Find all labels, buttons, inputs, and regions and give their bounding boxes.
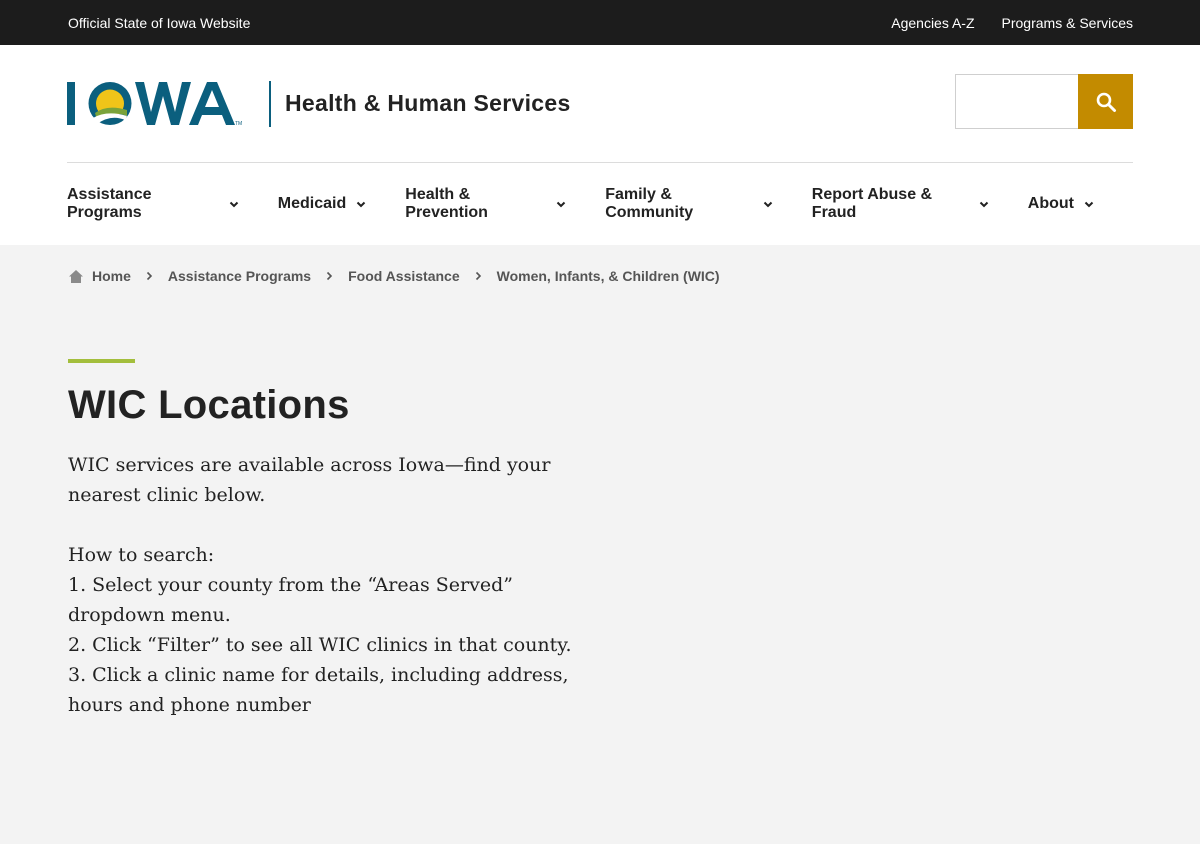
search-instructions: How to search: 1. Select your county fro… [68, 540, 598, 720]
nav-assistance-programs[interactable]: Assistance Programs [67, 186, 239, 222]
main-nav: Assistance Programs Medicaid Health & Pr… [67, 163, 1133, 245]
chevron-down-icon [979, 201, 989, 208]
breadcrumb-wic[interactable]: Women, Infants, & Children (WIC) [497, 268, 720, 284]
title-accent-bar [68, 359, 135, 363]
svg-text:TM: TM [235, 121, 242, 127]
search-button[interactable] [1078, 74, 1133, 129]
agencies-az-link[interactable]: Agencies A-Z [891, 15, 974, 31]
main-content: WIC Locations WIC services are available… [0, 307, 1200, 720]
nav-family-community[interactable]: Family & Community [605, 186, 773, 222]
chevron-down-icon [1084, 201, 1094, 208]
instruction-step: 1. Select your county from the “Areas Se… [68, 574, 513, 626]
chevron-right-icon [146, 271, 153, 281]
site-search [955, 74, 1133, 129]
page-title: WIC Locations [68, 383, 350, 427]
search-input[interactable] [955, 74, 1078, 129]
programs-services-link[interactable]: Programs & Services [1002, 15, 1133, 31]
instruction-step: 3. Click a clinic name for details, incl… [68, 664, 569, 716]
search-icon [1095, 91, 1117, 113]
utility-links: Agencies A-Z Programs & Services [891, 15, 1133, 31]
nav-item-label: Assistance Programs [67, 186, 152, 221]
instruction-step: 2. Click “Filter” to see all WIC clinics… [68, 634, 572, 656]
brand-row: TM Health & Human Services [67, 45, 1133, 163]
official-site-label: Official State of Iowa Website [68, 14, 251, 31]
breadcrumb-food-assistance[interactable]: Food Assistance [348, 268, 460, 284]
logo-divider [269, 80, 271, 127]
site-header: TM Health & Human Services Assistance Pr… [0, 45, 1200, 245]
chevron-down-icon [556, 201, 566, 208]
brand[interactable]: TM Health & Human Services [67, 80, 571, 128]
chevron-down-icon [763, 201, 773, 208]
nav-item-label: About [1027, 195, 1074, 212]
chevron-down-icon [356, 201, 366, 208]
howto-heading: How to search: [68, 544, 215, 566]
nav-item-label: Report Abuse & Fraud [811, 186, 933, 221]
nav-about[interactable]: About [1028, 195, 1094, 213]
chevron-right-icon [475, 271, 482, 281]
chevron-right-icon [326, 271, 333, 281]
iowa-logo: TM [67, 80, 255, 128]
home-icon [68, 269, 84, 284]
nav-item-label: Medicaid [277, 195, 347, 212]
nav-item-label: Family & Community [605, 186, 694, 221]
chevron-down-icon [229, 201, 239, 208]
intro-text: WIC services are available across Iowa—f… [68, 454, 551, 506]
breadcrumb-label: Home [92, 268, 131, 284]
breadcrumb: Home Assistance Programs Food Assistance… [0, 245, 1200, 307]
breadcrumb-home[interactable]: Home [68, 268, 131, 284]
breadcrumb-assistance-programs[interactable]: Assistance Programs [168, 268, 311, 284]
agency-name: Health & Human Services [285, 90, 571, 116]
nav-health-prevention[interactable]: Health & Prevention [405, 186, 566, 222]
nav-report-abuse-fraud[interactable]: Report Abuse & Fraud [812, 186, 989, 222]
page-body: WIC services are available across Iowa—f… [68, 450, 598, 720]
nav-item-label: Health & Prevention [405, 186, 488, 221]
iowa-logo-mark: TM [67, 81, 242, 127]
utility-bar: Official State of Iowa Website Agencies … [0, 0, 1200, 45]
nav-medicaid[interactable]: Medicaid [278, 195, 366, 213]
